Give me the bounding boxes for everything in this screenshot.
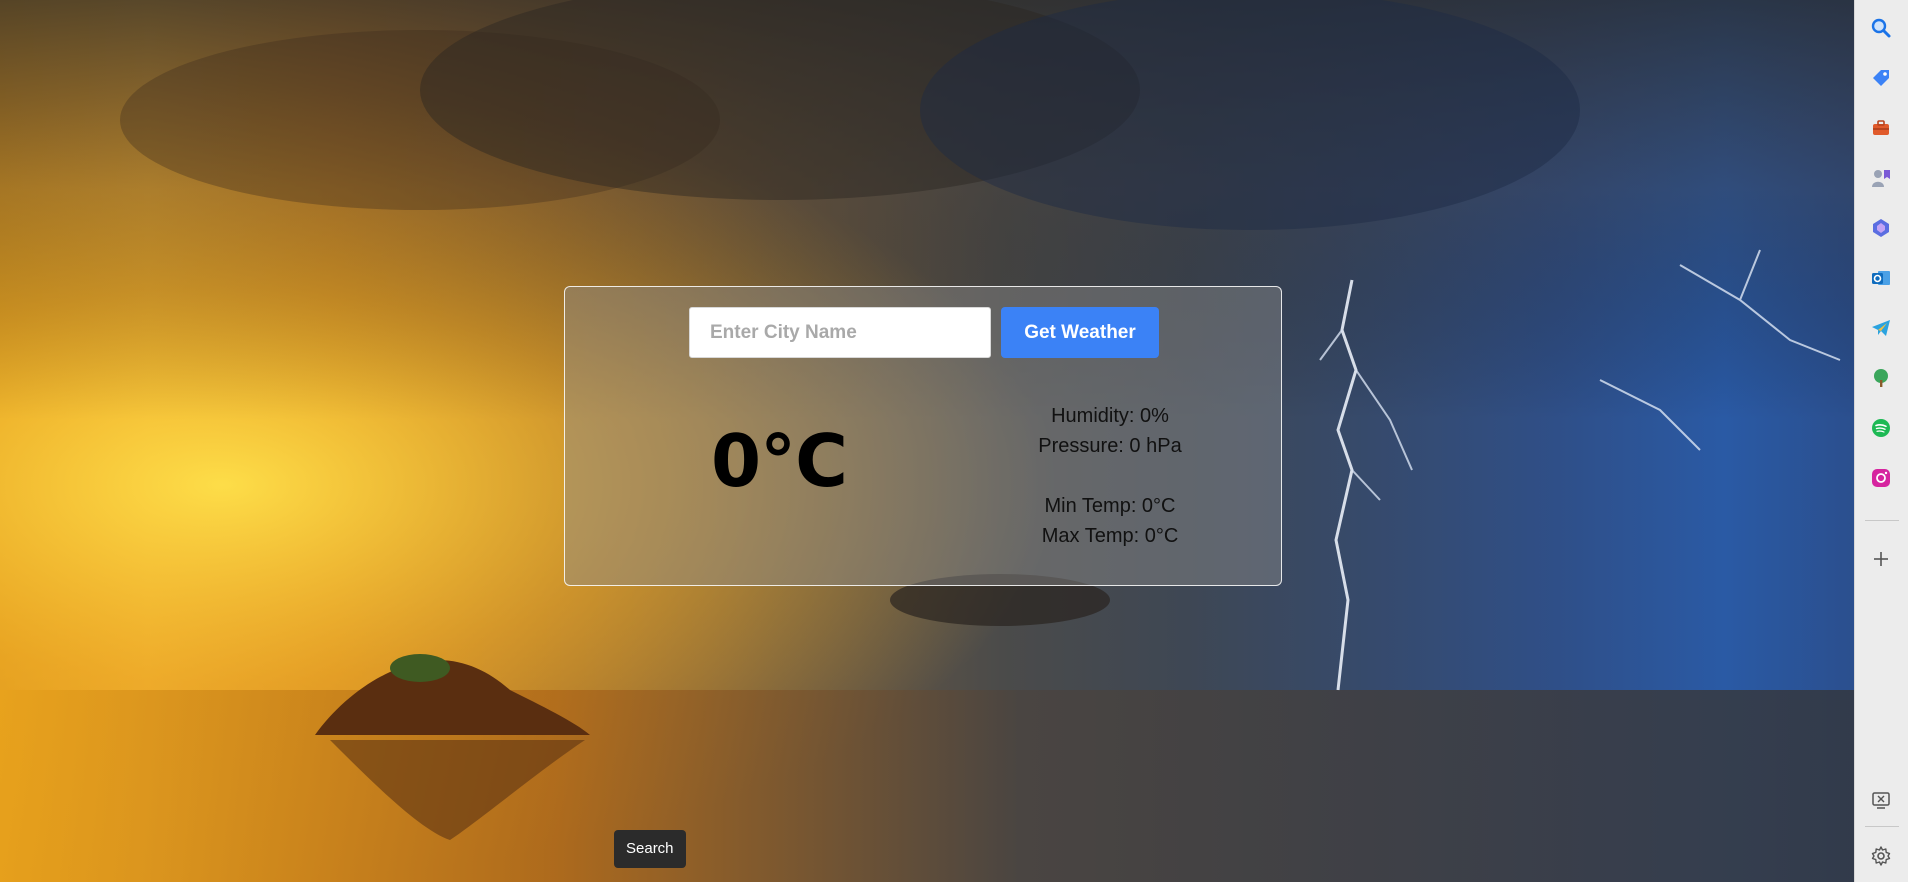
screenshot-icon (1872, 792, 1890, 809)
browser-sidebar (1854, 0, 1908, 882)
pressure-text: Pressure: 0 hPa (1038, 435, 1182, 457)
max-temp-text: Max Temp: 0°C (1041, 525, 1179, 547)
spotify-icon (1872, 419, 1890, 437)
sidebar-item-copilot[interactable] (1864, 211, 1898, 245)
sidebar-divider (1865, 520, 1899, 521)
search-row: Get Weather (689, 307, 1159, 358)
sidebar-item-telegram[interactable] (1864, 311, 1898, 345)
temperature-value: 0°C (711, 419, 848, 503)
sidebar-add-button[interactable] (1864, 542, 1898, 576)
add-icon (1874, 552, 1888, 566)
humidity-text: Humidity: 0% (1051, 405, 1169, 427)
min-temp-text: Min Temp: 0°C (1044, 495, 1176, 517)
sidebar-settings-button[interactable] (1864, 839, 1898, 873)
shopping-tag-icon (1873, 70, 1889, 86)
games-icon (1872, 170, 1890, 187)
settings-icon (1871, 846, 1891, 866)
copilot-icon (1873, 219, 1889, 237)
sidebar-item-search[interactable] (1864, 11, 1898, 45)
sidebar-item-spotify[interactable] (1864, 411, 1898, 445)
sidebar-screenshot-button[interactable] (1864, 783, 1898, 817)
tree-icon (1874, 369, 1888, 387)
outlook-icon (1872, 271, 1890, 285)
page: Get Weather 0°C Humidity: 0% Pressure: 0… (0, 0, 1908, 882)
tools-icon (1873, 120, 1889, 135)
sidebar-item-instagram[interactable] (1864, 461, 1898, 495)
details-spacer (1005, 461, 1215, 491)
sidebar-item-tools[interactable] (1864, 111, 1898, 145)
search-icon (1871, 18, 1891, 38)
weather-card: Get Weather 0°C Humidity: 0% Pressure: 0… (564, 286, 1282, 586)
sidebar-item-outlook[interactable] (1864, 261, 1898, 295)
weather-details: Humidity: 0% Pressure: 0 hPa Min Temp: 0… (1005, 401, 1215, 551)
sidebar-item-shopping[interactable] (1864, 61, 1898, 95)
sidebar-item-tree[interactable] (1864, 361, 1898, 395)
telegram-icon (1872, 320, 1890, 336)
sidebar-divider-bottom (1865, 826, 1899, 827)
instagram-icon (1872, 469, 1890, 487)
search-tooltip: Search (614, 830, 686, 868)
city-name-input[interactable] (689, 307, 991, 358)
sidebar-item-games[interactable] (1864, 161, 1898, 195)
get-weather-button[interactable]: Get Weather (1001, 307, 1159, 358)
